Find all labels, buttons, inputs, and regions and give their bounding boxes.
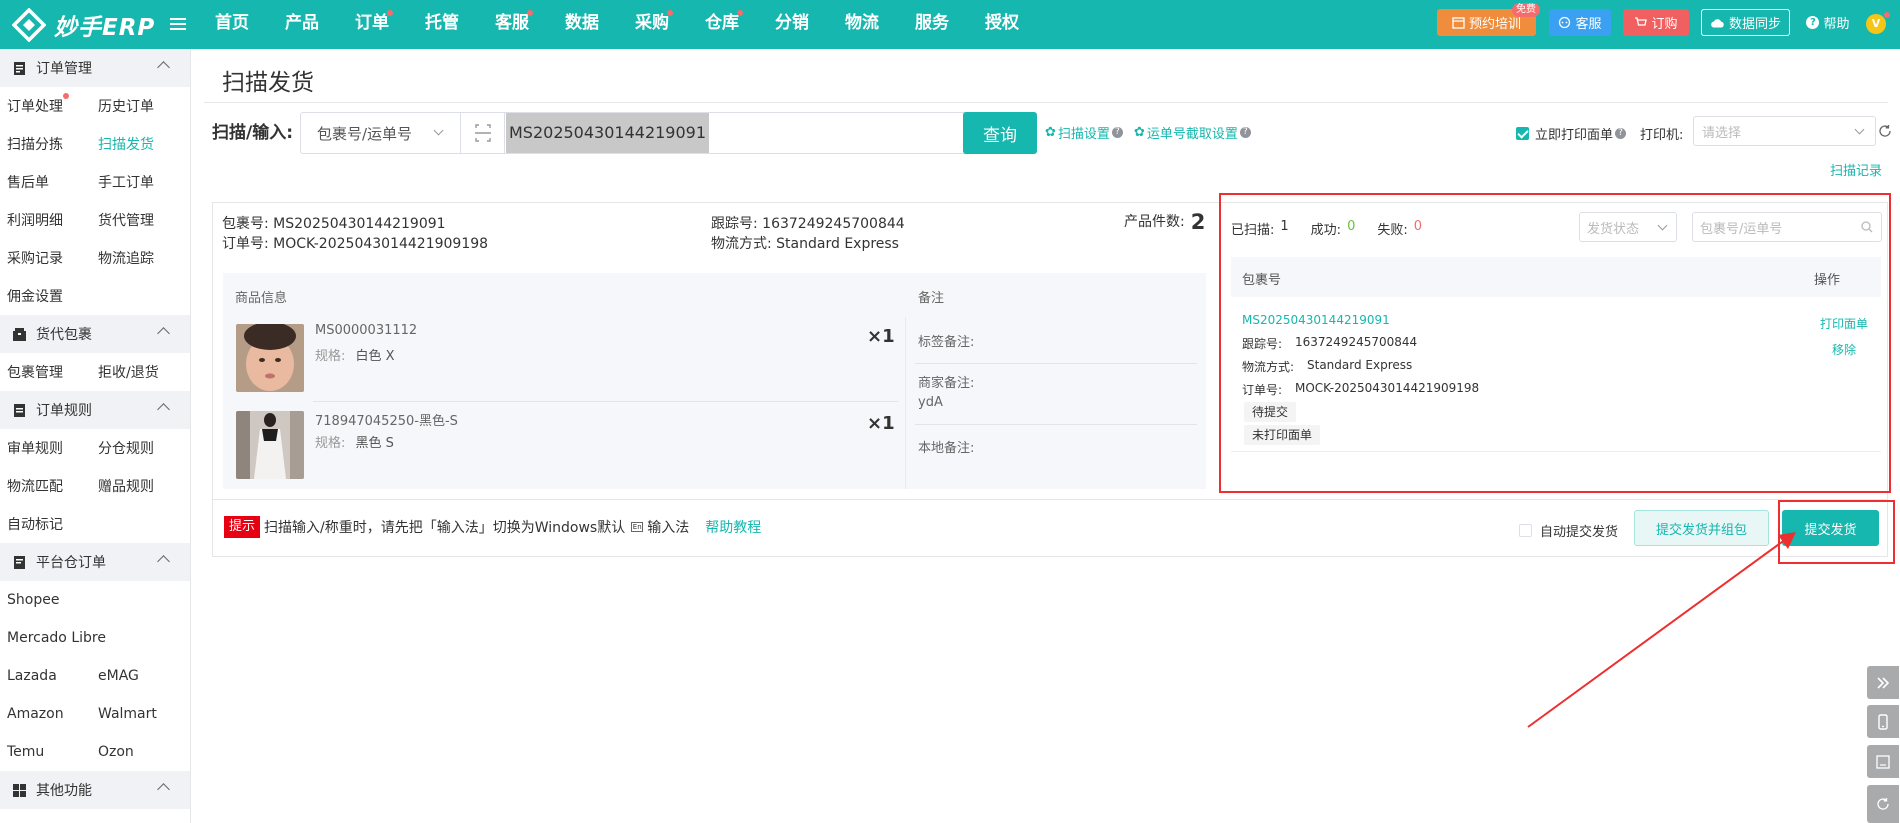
feedback-button[interactable] (1867, 745, 1899, 778)
collapse-panel-button[interactable] (1867, 666, 1899, 699)
annotation-arrow (1527, 532, 1796, 728)
refresh-icon (1877, 798, 1889, 810)
double-chevron-right-icon (1877, 676, 1890, 689)
phone-icon (1878, 713, 1888, 730)
refresh-float-button[interactable] (1867, 785, 1899, 823)
mobile-button[interactable] (1867, 705, 1899, 738)
feedback-icon (1876, 754, 1890, 769)
